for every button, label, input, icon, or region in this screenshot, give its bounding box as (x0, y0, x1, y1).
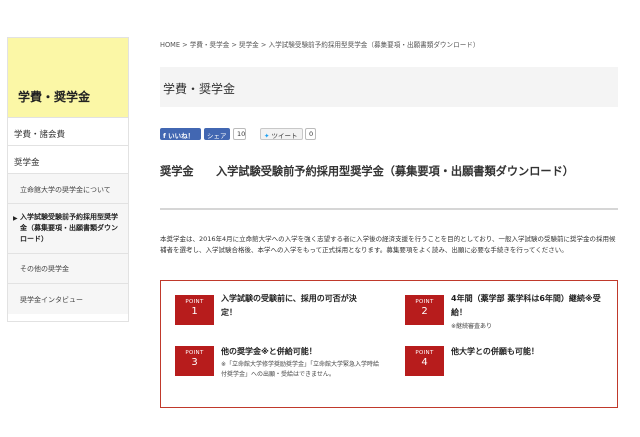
content-heading: 奨学金 入学試験受験前予約採用型奨学金（募集要項・出願書類ダウンロード） (160, 165, 574, 178)
point-badge-number: 3 (191, 357, 198, 368)
point-badge: POINT 4 (405, 346, 444, 376)
point-badge: POINT 1 (175, 295, 214, 325)
sidebar-subitem-label: その他の奨学金 (20, 265, 69, 273)
sidebar-subitem-label: 入学試験受験前予約採用型奨学金（募集要項・出願書類ダウンロード） (20, 213, 118, 243)
tweet-count: 0 (305, 128, 316, 140)
sidebar-item-label: 学費・諸会費 (14, 130, 66, 140)
breadcrumb[interactable]: HOME > 学費・奨学金 > 奨学金 > 入学試験受験前予約採用型奨学金（募集… (160, 39, 480, 49)
point-badge-label: POINT (415, 299, 434, 305)
tweet-button[interactable]: ✦ ツイート (260, 128, 303, 140)
page-title-bar: 学費・奨学金 (160, 67, 618, 107)
point-badge-label: POINT (185, 299, 204, 305)
facebook-like-button[interactable]: f いいね！ (160, 128, 201, 140)
tweet-label: ツイート (271, 132, 298, 140)
sidebar-header-title: 学費・奨学金 (18, 90, 91, 104)
facebook-share-label: シェア (207, 132, 227, 140)
sidebar-item-tuition[interactable]: 学費・諸会費 (8, 117, 128, 145)
point-title: 他大学との併願も可能！ (451, 347, 539, 356)
point-title: 入学試験の受験前に、採用の可否が決定！ (221, 294, 357, 317)
point-note: ※「立命館大学修学奨励奨学金」「立命館大学緊急入学時給付奨学金」への出願・受給は… (221, 361, 380, 378)
point-badge-number: 4 (421, 357, 428, 368)
point-title: 4年間（薬学部 薬学科は6年間）継続※受給！ (451, 294, 601, 317)
point-badge: POINT 3 (175, 346, 214, 376)
sidebar-item-label: 奨学金 (14, 158, 40, 168)
points-box: POINT 1 入学試験の受験前に、採用の可否が決定！ POINT 2 4年間（… (160, 280, 618, 408)
sidebar-header: 学費・奨学金 (8, 38, 128, 117)
sidebar-subitem-label: 奨学金インタビュー (20, 296, 83, 304)
sidebar-subitem-about[interactable]: 立命館大学の奨学金について (8, 173, 128, 203)
sidebar-subitem-label: 立命館大学の奨学金について (20, 186, 111, 194)
point-badge-number: 2 (421, 306, 428, 317)
sidebar-nav: 学費・奨学金 学費・諸会費 奨学金 立命館大学の奨学金について ▶ 入学試験受験… (7, 37, 129, 322)
intro-text: 本奨学金は、2016年4月に立命館大学への入学を強く志望する者に入学後の経済支援… (160, 235, 616, 254)
facebook-share-button[interactable]: シェア (204, 128, 230, 140)
sidebar-item-scholarship[interactable]: 奨学金 (8, 145, 128, 173)
point-badge-label: POINT (185, 350, 204, 356)
point-title: 他の奨学金※と併給可能！ (221, 347, 317, 356)
triangle-right-icon: ▶ (13, 215, 18, 222)
heading-divider (160, 208, 618, 210)
point-badge: POINT 2 (405, 295, 444, 325)
facebook-like-label: いいね！ (168, 132, 195, 140)
twitter-bird-icon: ✦ (264, 132, 270, 140)
sidebar-subitem-other[interactable]: その他の奨学金 (8, 253, 128, 283)
point-badge-number: 1 (191, 306, 198, 317)
point-badge-label: POINT (415, 350, 434, 356)
point-note: ※継続審査あり (451, 323, 493, 330)
facebook-share-count: 10 (233, 128, 246, 140)
sidebar-subitem-current[interactable]: ▶ 入学試験受験前予約採用型奨学金（募集要項・出願書類ダウンロード） (8, 203, 128, 253)
page-title: 学費・奨学金 (163, 82, 236, 96)
sidebar-subitem-interview[interactable]: 奨学金インタビュー (8, 283, 128, 314)
